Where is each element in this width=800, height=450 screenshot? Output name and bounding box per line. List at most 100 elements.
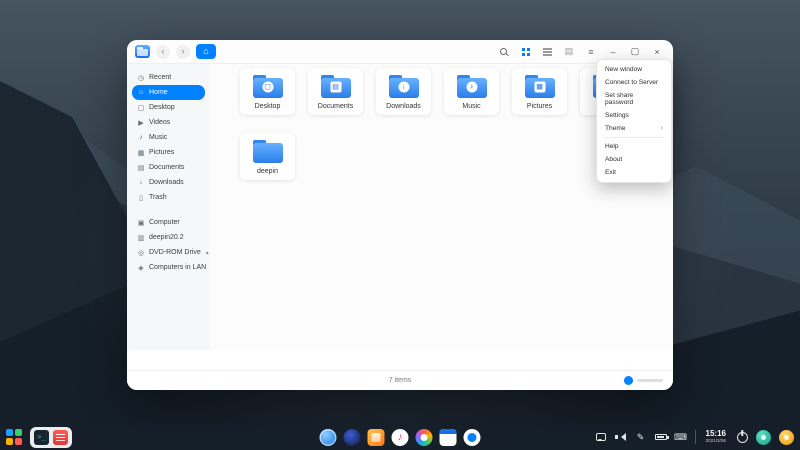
power-icon[interactable] — [736, 431, 748, 443]
picture-icon: ▦ — [137, 149, 145, 157]
folder-documents[interactable]: ▤ Documents — [308, 68, 363, 115]
home-location-button[interactable]: ⌂ — [196, 44, 216, 59]
calendar-icon[interactable] — [439, 428, 457, 446]
menu-item-set-share-password[interactable]: Set share password — [597, 89, 671, 109]
sidebar-item-label: Documents — [149, 164, 185, 171]
sidebar-item-downloads[interactable]: ↓ Downloads — [132, 175, 205, 190]
assistant-icon[interactable] — [756, 429, 771, 445]
menu-item-settings[interactable]: Settings — [597, 109, 671, 122]
keyboard-icon[interactable]: ⌨ — [674, 431, 687, 443]
menu-icon[interactable]: ≡ — [583, 44, 599, 60]
sidebar-item-music[interactable]: ♪ Music — [132, 130, 205, 145]
sidebar-item-trash[interactable]: ▯ Trash — [132, 190, 205, 205]
disk-icon: ▥ — [137, 234, 145, 242]
folder-pictures[interactable]: ▦ Pictures — [512, 68, 567, 115]
tray-separator — [694, 430, 696, 444]
computer-icon: ▣ — [137, 219, 145, 227]
volume-icon[interactable] — [615, 431, 627, 443]
folder-name: Desktop — [254, 103, 281, 110]
download-emblem-icon: ↓ — [398, 81, 409, 93]
eject-icon[interactable]: ▲ — [205, 250, 210, 256]
menu-separator — [603, 137, 665, 138]
scale-slider-handle[interactable] — [624, 376, 633, 385]
document-icon: ▤ — [137, 164, 145, 172]
network-icon: ◈ — [138, 264, 144, 272]
sidebar-item-computer[interactable]: ▣ Computer — [132, 215, 205, 230]
sidebar-item-videos[interactable]: ▶ Videos — [132, 115, 205, 130]
sidebar-item-computers-in-lan[interactable]: ◈ Computers in LAN — [132, 260, 206, 275]
terminal-icon[interactable]: >_ — [34, 429, 49, 445]
sidebar-item-label: Pictures — [149, 149, 175, 156]
menu-item-exit[interactable]: Exit — [597, 166, 671, 179]
statusbar: 7 items — [127, 370, 673, 390]
sidebar-item-label: deepin20.2 — [149, 234, 184, 241]
folder-music[interactable]: ♪ Music — [444, 68, 499, 115]
gallery-icon[interactable] — [415, 428, 433, 446]
folder-desktop[interactable]: ▢ Desktop — [240, 68, 295, 115]
launcher-icon[interactable] — [6, 428, 23, 446]
picture-emblem-icon: ▦ — [534, 81, 545, 93]
music-player-icon[interactable]: ♪ — [391, 428, 409, 446]
document-emblem-icon: ▤ — [330, 81, 341, 93]
menu-item-theme[interactable]: Theme › — [597, 122, 671, 135]
music-icon: ♪ — [139, 134, 143, 141]
sidebar-item-label: Desktop — [149, 104, 175, 111]
folder-icon: ↓ — [388, 75, 419, 98]
sidebar-item-label: Downloads — [149, 179, 184, 186]
grid-view-icon[interactable] — [517, 44, 533, 60]
menu-item-about[interactable]: About — [597, 153, 671, 166]
chat-icon[interactable] — [595, 431, 607, 443]
menu-item-connect-to-server[interactable]: Connect to Server — [597, 76, 671, 89]
sidebar-item-deepin-disk[interactable]: ▥ deepin20.2 — [132, 230, 205, 245]
music-emblem-icon: ♪ — [466, 81, 477, 93]
sidebar-item-pictures[interactable]: ▦ Pictures — [132, 145, 205, 160]
detail-view-icon[interactable]: ▤ — [561, 44, 577, 60]
sidebar-item-home[interactable]: ⌂ Home — [132, 85, 205, 100]
sidebar-item-label: Home — [149, 89, 168, 96]
sidebar-item-desktop[interactable]: ▢ Desktop — [132, 100, 205, 115]
titlebar[interactable]: ‹ › ⌂ ▤ ≡ – ▢ × — [127, 40, 673, 64]
sidebar-item-label: Music — [149, 134, 168, 141]
control-center-icon[interactable] — [463, 428, 481, 446]
back-button[interactable]: ‹ — [156, 44, 170, 59]
desktop-icon: ▢ — [137, 104, 145, 112]
file-manager-app-icon — [135, 45, 150, 58]
menu-item-help[interactable]: Help — [597, 140, 671, 153]
sidebar-item-label: Recent — [149, 74, 172, 81]
sidebar-item-documents[interactable]: ▤ Documents — [132, 160, 205, 175]
submenu-arrow-icon: › — [660, 125, 663, 132]
video-icon: ▶ — [138, 119, 144, 127]
folder-deepin[interactable]: deepin — [240, 133, 295, 180]
folder-downloads[interactable]: ↓ Downloads — [376, 68, 431, 115]
folder-icon: ▤ — [320, 75, 351, 98]
folder-icon: ♪ — [456, 75, 487, 98]
folder-icon: ▢ — [252, 75, 283, 98]
icon-scale-slider[interactable] — [624, 376, 663, 385]
clock[interactable]: 15:16 2021/3/26 — [706, 430, 726, 444]
forward-button[interactable]: › — [176, 44, 190, 59]
notification-icon[interactable] — [779, 429, 794, 445]
list-view-icon[interactable] — [539, 44, 555, 60]
folder-name: Pictures — [526, 103, 553, 110]
edit-icon[interactable]: ✎ — [635, 431, 647, 443]
menu-item-label: Theme — [605, 125, 626, 132]
sidebar-item-dvdrom[interactable]: ◎ DVD-ROM Drive ▲ — [132, 245, 210, 260]
battery-icon[interactable] — [654, 431, 669, 443]
browser-icon[interactable] — [319, 428, 337, 446]
trash-icon: ▯ — [139, 194, 143, 202]
scale-slider-track[interactable] — [637, 379, 663, 382]
menu-item-new-window[interactable]: New window — [597, 63, 671, 76]
sidebar-item-recent[interactable]: ◷ Recent — [132, 70, 205, 85]
folder-icon: ▦ — [524, 75, 555, 98]
dock: >_ ♪ ✎ ⌨ 15:16 2021/3/26 — [0, 424, 800, 450]
close-button[interactable]: × — [649, 44, 665, 60]
appstore-icon[interactable] — [367, 428, 385, 446]
disc-icon: ◎ — [137, 249, 145, 257]
minimize-button[interactable]: – — [605, 44, 621, 60]
globe-dark-icon[interactable] — [343, 428, 361, 446]
date-label: 2021/3/26 — [705, 438, 726, 444]
search-icon[interactable] — [495, 44, 511, 60]
text-editor-icon[interactable] — [53, 429, 68, 445]
maximize-button[interactable]: ▢ — [627, 44, 643, 60]
folder-name: Documents — [317, 103, 354, 110]
